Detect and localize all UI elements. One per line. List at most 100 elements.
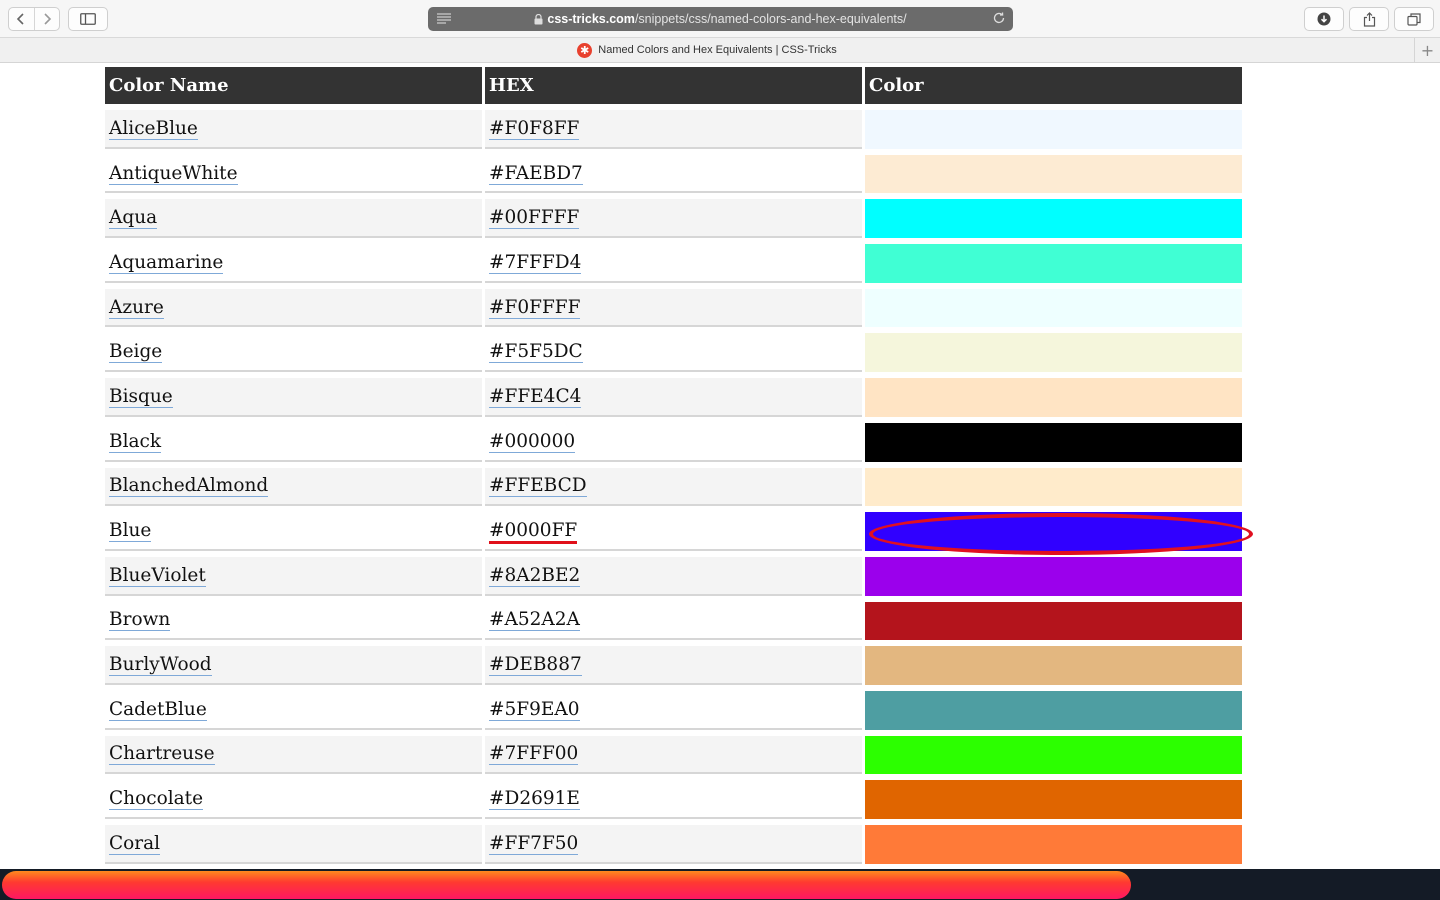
show-tabs-button[interactable] <box>1394 7 1434 31</box>
color-name-link[interactable]: Aquamarine <box>109 251 224 274</box>
hex-link[interactable]: #A52A2A <box>489 609 580 632</box>
hex-cell: #000000 <box>485 422 862 462</box>
color-name-link[interactable]: BlueViolet <box>109 564 206 587</box>
hex-link[interactable]: #0000FF <box>489 520 578 545</box>
progress-bar <box>2 871 1131 899</box>
table-row: CadetBlue #5F9EA0 <box>105 690 1242 730</box>
color-name-link[interactable]: Beige <box>109 341 163 364</box>
table-row: Blue #0000FF <box>105 512 1242 551</box>
color-name-link[interactable]: BlanchedAlmond <box>109 475 269 498</box>
color-name-link[interactable]: Aqua <box>109 207 158 230</box>
reader-icon[interactable] <box>437 13 451 24</box>
downloads-button[interactable] <box>1304 7 1344 31</box>
reload-icon[interactable] <box>992 11 1006 25</box>
color-name-link[interactable]: CadetBlue <box>109 698 207 721</box>
sidebar-icon <box>80 13 96 25</box>
named-colors-table: Color Name HEX Color AliceBlue #F0F8FF Ant… <box>102 63 1245 869</box>
table-row: Chartreuse #7FFF00 <box>105 735 1242 775</box>
back-button[interactable] <box>9 8 34 30</box>
table-row: BlueViolet #8A2BE2 <box>105 556 1242 596</box>
plus-icon: + <box>1420 40 1435 60</box>
hex-link[interactable]: #DEB887 <box>489 654 582 677</box>
color-name-cell: Bisque <box>105 378 482 417</box>
table-row: AliceBlue #F0F8FF <box>105 110 1242 149</box>
address-bar[interactable]: css-tricks.com/snippets/css/named-colors… <box>428 7 1013 31</box>
color-swatch-cell <box>865 199 1242 239</box>
color-name-link[interactable]: AliceBlue <box>109 117 198 140</box>
color-name-link[interactable]: Bisque <box>109 385 173 408</box>
hex-link[interactable]: #F5F5DC <box>489 341 583 364</box>
color-swatch <box>865 825 1242 864</box>
hex-link[interactable]: #00FFFF <box>489 207 580 230</box>
color-name-link[interactable]: Brown <box>109 609 171 632</box>
color-name-link[interactable]: Azure <box>109 296 164 319</box>
hex-link[interactable]: #7FFFD4 <box>489 251 582 274</box>
table-row: Black #000000 <box>105 422 1242 462</box>
color-swatch-cell <box>865 735 1242 775</box>
tab-title: Named Colors and Hex Equivalents | CSS-T… <box>598 44 837 56</box>
color-swatch-cell <box>865 646 1242 685</box>
color-swatch <box>865 244 1242 283</box>
table-row: Chocolate #D2691E <box>105 780 1242 819</box>
hex-cell: #DEB887 <box>485 646 862 685</box>
hex-cell: #FF7F50 <box>485 825 862 864</box>
color-swatch <box>865 646 1242 685</box>
color-name-link[interactable]: Coral <box>109 832 161 855</box>
sidebar-button[interactable] <box>68 7 108 31</box>
hex-link[interactable]: #F0F8FF <box>489 117 580 140</box>
color-swatch <box>865 378 1242 417</box>
hex-cell: #FFE4C4 <box>485 378 862 417</box>
color-swatch-cell <box>865 690 1242 730</box>
table-row: Coral #FF7F50 <box>105 825 1242 864</box>
table-row: Beige #F5F5DC <box>105 333 1242 373</box>
new-tab-button[interactable]: + <box>1414 38 1440 62</box>
color-swatch-cell <box>865 825 1242 864</box>
tab-active[interactable]: ✱ Named Colors and Hex Equivalents | CSS… <box>0 38 1414 62</box>
forward-button[interactable] <box>33 8 59 30</box>
hex-link[interactable]: #FF7F50 <box>489 832 579 855</box>
color-name-cell: BlanchedAlmond <box>105 467 482 507</box>
hex-link[interactable]: #000000 <box>489 430 576 453</box>
hex-cell: #A52A2A <box>485 601 862 641</box>
color-name-link[interactable]: Chartreuse <box>109 743 215 766</box>
color-swatch <box>865 735 1242 775</box>
table-header-row: Color Name HEX Color <box>105 67 1242 104</box>
hex-link[interactable]: #FFE4C4 <box>489 385 582 408</box>
browser-toolbar: css-tricks.com/snippets/css/named-colors… <box>0 0 1440 38</box>
color-name-link[interactable]: Chocolate <box>109 788 204 811</box>
color-name-cell: Chartreuse <box>105 735 482 775</box>
table-row: Bisque #FFE4C4 <box>105 378 1242 417</box>
hex-cell: #F0F8FF <box>485 110 862 149</box>
hex-cell: #7FFFD4 <box>485 244 862 283</box>
share-button[interactable] <box>1349 7 1389 31</box>
header-color-name: Color Name <box>105 67 482 104</box>
hex-link[interactable]: #F0FFFF <box>489 296 581 319</box>
hex-link[interactable]: #FAEBD7 <box>489 162 583 185</box>
share-icon <box>1363 11 1375 27</box>
color-swatch-cell <box>865 780 1242 819</box>
url-host: css-tricks.com <box>547 12 635 26</box>
bottom-bar <box>0 869 1440 900</box>
color-name-link[interactable]: BurlyWood <box>109 654 212 677</box>
color-swatch-cell <box>865 378 1242 417</box>
tab-bar: ✱ Named Colors and Hex Equivalents | CSS… <box>0 38 1440 63</box>
color-name-cell: AliceBlue <box>105 110 482 149</box>
hex-link[interactable]: #7FFF00 <box>489 743 579 766</box>
hex-link[interactable]: #D2691E <box>489 788 580 811</box>
color-swatch <box>865 556 1242 596</box>
page-content: Color Name HEX Color AliceBlue #F0F8FF Ant… <box>0 63 1440 869</box>
color-name-link[interactable]: Black <box>109 430 162 453</box>
hex-link[interactable]: #8A2BE2 <box>489 564 581 587</box>
hex-cell: #0000FF <box>485 512 862 551</box>
header-hex: HEX <box>485 67 862 104</box>
color-name-link[interactable]: Blue <box>109 520 152 543</box>
hex-cell: #8A2BE2 <box>485 556 862 596</box>
table-row: BlanchedAlmond #FFEBCD <box>105 467 1242 507</box>
hex-link[interactable]: #5F9EA0 <box>489 698 580 721</box>
table-row: Aqua #00FFFF <box>105 199 1242 239</box>
color-name-link[interactable]: AntiqueWhite <box>109 162 238 185</box>
hex-cell: #F5F5DC <box>485 333 862 373</box>
color-swatch-cell <box>865 244 1242 283</box>
hex-link[interactable]: #FFEBCD <box>489 475 587 498</box>
chevron-right-icon <box>44 13 52 25</box>
